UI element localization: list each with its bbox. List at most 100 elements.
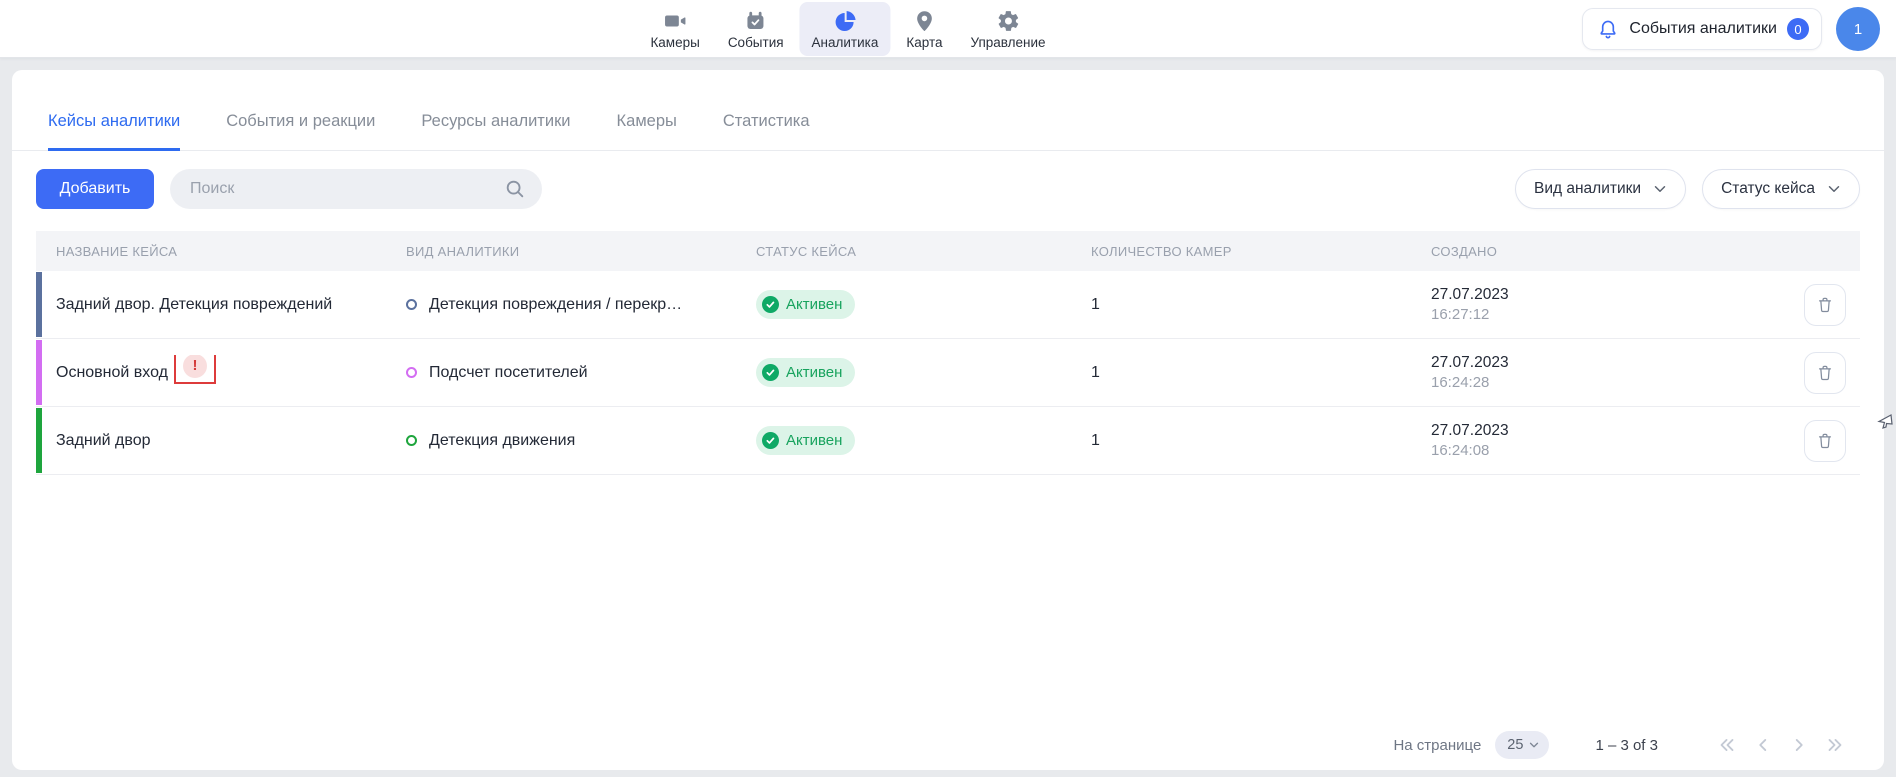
column-header-analytics-type: ВИД АНАЛИТИКИ	[386, 244, 736, 259]
status-text: Активен	[786, 296, 842, 313]
status-text: Активен	[786, 432, 842, 449]
nav-label: Карта	[906, 35, 942, 50]
analytics-type-filter[interactable]: Вид аналитики	[1515, 169, 1686, 209]
tab-events-and-reactions[interactable]: События и реакции	[226, 112, 375, 151]
analytics-type-cell: Детекция повреждения / перекр…	[386, 296, 736, 314]
case-status-filter[interactable]: Статус кейса	[1702, 169, 1860, 209]
per-page-value: 25	[1507, 737, 1523, 753]
mouse-cursor	[1876, 412, 1894, 435]
case-name-cell: Задний двор. Детекция повреждений	[36, 296, 386, 314]
delete-case-button[interactable]	[1804, 352, 1846, 394]
case-status-cell: Активен	[736, 290, 1071, 319]
page-range-label: 1 – 3 of 3	[1595, 737, 1658, 754]
cases-table: НАЗВАНИЕ КЕЙСА ВИД АНАЛИТИКИ СТАТУС КЕЙС…	[36, 231, 1860, 475]
camera-count-cell: 1	[1071, 432, 1411, 450]
nav-item-map[interactable]: Карта	[894, 2, 954, 56]
per-page-label: На странице	[1393, 737, 1481, 754]
camera-icon	[663, 9, 687, 33]
events-icon	[744, 9, 768, 33]
next-page-button[interactable]	[1786, 732, 1812, 758]
pagination-arrows	[1714, 732, 1848, 758]
created-cell: 27.07.2023 16:24:08	[1411, 421, 1737, 461]
double-chevron-left-icon	[1716, 734, 1738, 756]
first-page-button[interactable]	[1714, 732, 1740, 758]
nav-item-cameras[interactable]: Камеры	[638, 2, 711, 56]
tab-statistics[interactable]: Статистика	[723, 112, 810, 151]
nav-label: События	[728, 35, 784, 50]
created-cell: 27.07.2023 16:27:12	[1411, 285, 1737, 325]
case-name-cell: Основной вход !	[36, 355, 386, 391]
case-status-cell: Активен	[736, 358, 1071, 387]
table-row[interactable]: Основной вход ! Подсчет посетителей Акти…	[36, 339, 1860, 407]
nav-item-events[interactable]: События	[716, 2, 796, 56]
check-circle-icon	[762, 364, 779, 381]
analytics-type-cell: Подсчет посетителей	[386, 364, 736, 382]
search-field	[170, 169, 542, 209]
status-badge: Активен	[756, 426, 855, 455]
case-name: Основной вход	[56, 364, 168, 382]
analytics-type-text: Подсчет посетителей	[429, 364, 588, 382]
toolbar: Добавить Вид аналитики Статус кейса	[36, 169, 1860, 209]
nav-item-management[interactable]: Управление	[959, 2, 1058, 56]
analytics-events-button[interactable]: События аналитики 0	[1582, 8, 1822, 50]
double-chevron-right-icon	[1824, 734, 1846, 756]
search-input[interactable]	[170, 169, 542, 209]
case-name-cell: Задний двор	[36, 432, 386, 450]
case-status-filter-label: Статус кейса	[1721, 180, 1815, 198]
tab-analytics-resources[interactable]: Ресурсы аналитики	[421, 112, 570, 151]
created-time: 16:24:08	[1431, 441, 1737, 461]
user-avatar[interactable]: 1	[1836, 7, 1880, 51]
column-header-case-status: СТАТУС КЕЙСА	[736, 244, 1071, 259]
chevron-down-icon	[1527, 738, 1541, 752]
case-name: Задний двор	[56, 432, 151, 450]
analytics-pie-icon	[833, 9, 857, 33]
case-accent-bar	[36, 272, 42, 337]
per-page-select[interactable]: 25	[1495, 731, 1549, 759]
status-text: Активен	[786, 364, 842, 381]
analytics-type-filter-label: Вид аналитики	[1534, 180, 1641, 198]
nav-label: Аналитика	[812, 35, 879, 50]
row-actions-cell	[1737, 420, 1860, 462]
map-pin-icon	[912, 9, 936, 33]
table-row[interactable]: Задний двор. Детекция повреждений Детекц…	[36, 271, 1860, 339]
last-page-button[interactable]	[1822, 732, 1848, 758]
trash-icon	[1815, 295, 1835, 315]
nav-label: Управление	[971, 35, 1046, 50]
previous-page-button[interactable]	[1750, 732, 1776, 758]
row-actions-cell	[1737, 284, 1860, 326]
pagination-bar: На странице 25 1 – 3 of 3	[12, 728, 1884, 762]
search-icon	[504, 178, 526, 200]
chevron-down-icon	[1825, 180, 1843, 198]
add-case-button[interactable]: Добавить	[36, 169, 154, 209]
analytics-type-text: Детекция движения	[429, 432, 575, 450]
top-header: Камеры События Аналитика Карта Управлени…	[0, 0, 1896, 58]
case-name: Задний двор. Детекция повреждений	[56, 296, 332, 314]
page-tabs: Кейсы аналитики События и реакции Ресурс…	[12, 70, 1884, 151]
nav-item-analytics[interactable]: Аналитика	[800, 2, 891, 56]
table-row[interactable]: Задний двор Детекция движения Активен 1 …	[36, 407, 1860, 475]
tab-cameras[interactable]: Камеры	[617, 112, 677, 151]
warning-exclamation-icon: !	[183, 355, 207, 378]
status-badge: Активен	[756, 290, 855, 319]
trash-icon	[1815, 431, 1835, 451]
created-time: 16:24:28	[1431, 373, 1737, 393]
created-date: 27.07.2023	[1431, 285, 1737, 305]
created-cell: 27.07.2023 16:24:28	[1411, 353, 1737, 393]
delete-case-button[interactable]	[1804, 284, 1846, 326]
column-header-created: СОЗДАНО	[1411, 244, 1737, 259]
header-right-cluster: События аналитики 0 1	[1582, 7, 1880, 51]
created-date: 27.07.2023	[1431, 353, 1737, 373]
gear-icon	[996, 9, 1020, 33]
case-status-cell: Активен	[736, 426, 1071, 455]
analytics-type-ring-icon	[406, 367, 417, 378]
analytics-type-cell: Детекция движения	[386, 432, 736, 450]
camera-count-cell: 1	[1071, 364, 1411, 382]
column-header-case-name: НАЗВАНИЕ КЕЙСА	[36, 244, 386, 259]
nav-label: Камеры	[650, 35, 699, 50]
tab-analytics-cases[interactable]: Кейсы аналитики	[48, 112, 180, 151]
camera-count-cell: 1	[1071, 296, 1411, 314]
case-accent-bar	[36, 408, 42, 473]
analytics-page-card: Кейсы аналитики События и реакции Ресурс…	[12, 70, 1884, 770]
delete-case-button[interactable]	[1804, 420, 1846, 462]
column-header-camera-count: КОЛИЧЕСТВО КАМЕР	[1071, 244, 1411, 259]
